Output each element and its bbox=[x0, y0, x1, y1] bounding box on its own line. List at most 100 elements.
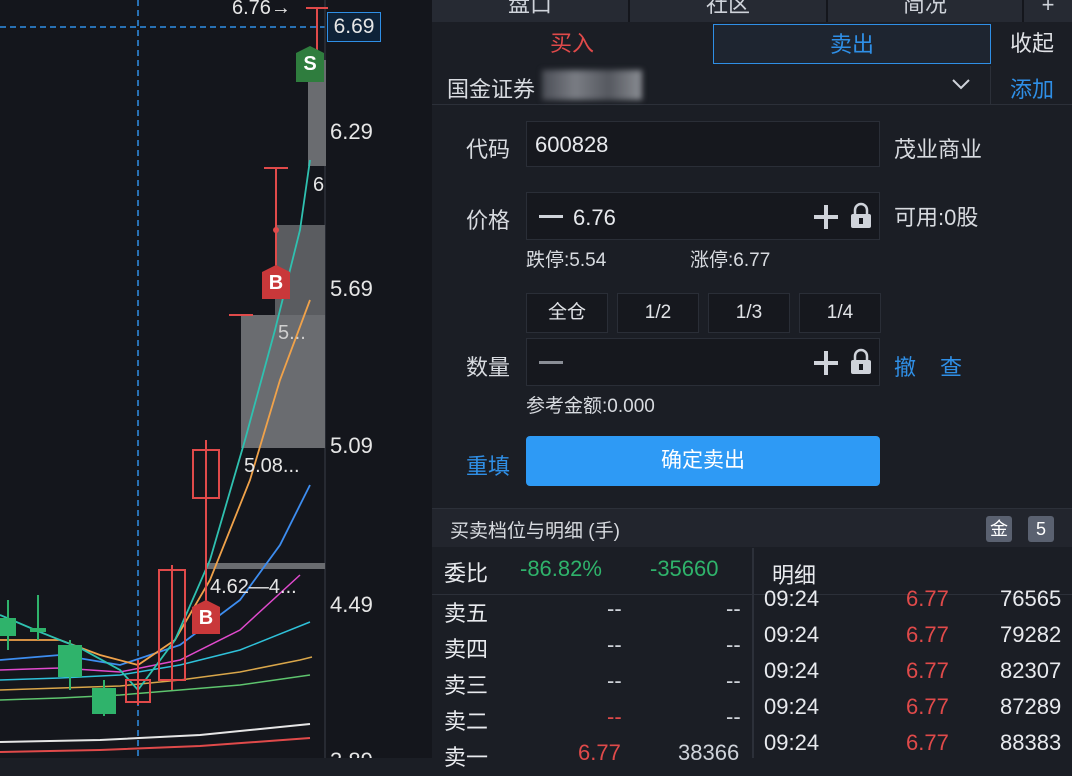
ask-name: 卖一 bbox=[444, 745, 489, 770]
detail-volume: 87289 bbox=[1000, 694, 1062, 719]
ma-line-orange-low bbox=[0, 656, 313, 691]
ma-line-white bbox=[0, 723, 311, 743]
detail-volume: 88383 bbox=[1000, 730, 1062, 755]
orderbook-header: 买卖档位与明细 (手) bbox=[432, 508, 1072, 547]
ask-volume: -- bbox=[726, 668, 741, 693]
lock-icon[interactable] bbox=[849, 348, 873, 376]
limit-up: 涨停:6.77 bbox=[690, 250, 771, 271]
kline-svg bbox=[0, 0, 328, 758]
ask-row[interactable]: 卖一 6.77 38366 bbox=[432, 740, 752, 776]
gold-badge[interactable]: 金 bbox=[986, 516, 1012, 542]
qty-input[interactable] bbox=[526, 338, 880, 386]
available-shares: 可用:0股 bbox=[894, 205, 979, 230]
detail-time: 09:24 bbox=[764, 586, 820, 611]
detail-volume: 76565 bbox=[1000, 586, 1062, 611]
account-selector[interactable]: 国金证券 添加 bbox=[432, 66, 1072, 105]
qty-quarter-button[interactable]: 1/4 bbox=[799, 293, 881, 333]
candle bbox=[58, 645, 82, 677]
lock-icon[interactable] bbox=[849, 202, 873, 230]
chevron-down-icon[interactable] bbox=[950, 76, 972, 92]
candle bbox=[0, 618, 16, 636]
arrow-price-label: 6.76→ bbox=[232, 0, 291, 19]
detail-row: 09:24 6.77 79282 bbox=[754, 622, 1072, 658]
trade-tabs: 买入 卖出 收起 bbox=[432, 24, 1072, 66]
ratio-row: 委比 -86.82% -35660 bbox=[432, 556, 752, 592]
detail-row: 09:24 6.77 87289 bbox=[754, 694, 1072, 730]
ask-row[interactable]: 卖三 -- -- bbox=[432, 668, 752, 704]
tab-sell[interactable]: 卖出 bbox=[713, 24, 991, 64]
cut-label: 6 bbox=[313, 174, 325, 196]
collapse-button[interactable]: 收起 bbox=[992, 24, 1072, 64]
qty-third-button[interactable]: 1/3 bbox=[708, 293, 790, 333]
detail-price: 6.77 bbox=[906, 694, 949, 719]
ask-name: 卖五 bbox=[444, 601, 489, 626]
add-tab-icon[interactable]: + bbox=[1024, 0, 1072, 22]
reset-button[interactable]: 重填 bbox=[466, 449, 510, 481]
price-label: 价格 bbox=[466, 208, 511, 233]
ask-row[interactable]: 卖五 -- -- bbox=[432, 596, 752, 632]
price-axis-label: 5.69 bbox=[330, 276, 373, 301]
qty-all-button[interactable]: 全仓 bbox=[526, 293, 608, 333]
buy-marker-label: B bbox=[198, 607, 214, 629]
orderbook-title: 买卖档位与明细 (手) bbox=[450, 521, 620, 542]
annotation-box-label: 4.62—4... bbox=[210, 576, 297, 598]
qty-half-button[interactable]: 1/2 bbox=[617, 293, 699, 333]
price-value: 6.76 bbox=[573, 205, 616, 230]
tab-community[interactable]: 社区 bbox=[630, 0, 828, 22]
candle bbox=[92, 688, 116, 714]
ratio-pct: -86.82% bbox=[520, 556, 602, 581]
masked-account bbox=[542, 70, 642, 100]
top-tab-bar: 盘口 社区 简况 + bbox=[432, 0, 1072, 22]
level-badge[interactable]: 5 bbox=[1028, 516, 1054, 542]
add-account-button[interactable]: 添加 bbox=[1010, 72, 1054, 104]
detail-volume: 79282 bbox=[1000, 622, 1062, 647]
trade-details: 明细 09:24 6.77 76565 09:24 6.77 79282 09:… bbox=[754, 548, 1072, 758]
ask-price: 6.77 bbox=[578, 740, 621, 765]
sell-marker-label: S bbox=[303, 53, 317, 75]
ask-row[interactable]: 卖四 -- -- bbox=[432, 632, 752, 668]
trade-panel: 盘口 社区 简况 + 买入 卖出 收起 国金证券 添加 代码 600828 茂业… bbox=[432, 0, 1072, 770]
minus-icon[interactable] bbox=[539, 215, 563, 218]
divider bbox=[432, 594, 752, 595]
detail-time: 09:24 bbox=[764, 694, 820, 719]
broker-name: 国金证券 bbox=[447, 77, 536, 102]
detail-row: 09:24 6.77 82307 bbox=[754, 658, 1072, 694]
code-label: 代码 bbox=[466, 137, 511, 162]
detail-price: 6.77 bbox=[906, 658, 949, 683]
ask-volume: -- bbox=[726, 704, 741, 729]
ask-name: 卖二 bbox=[444, 709, 489, 734]
tab-pankou[interactable]: 盘口 bbox=[432, 0, 630, 22]
tab-buy[interactable]: 买入 bbox=[434, 24, 710, 64]
kline-chart[interactable]: S B B 6.76→ 6.69 6.29 6 5.69 5.09 4.49 3… bbox=[0, 0, 432, 758]
ask-volume: 38366 bbox=[678, 740, 740, 765]
ma-line-blue bbox=[0, 484, 311, 666]
price-axis-label: 4.49 bbox=[330, 592, 373, 617]
ask-volume: -- bbox=[726, 632, 741, 657]
buy-marker-label: B bbox=[268, 272, 284, 294]
detail-time: 09:24 bbox=[764, 658, 820, 683]
minus-icon[interactable] bbox=[539, 361, 563, 364]
ask-price: -- bbox=[607, 632, 622, 657]
price-input[interactable]: 6.76 bbox=[526, 192, 880, 240]
code-input[interactable]: 600828 bbox=[526, 121, 880, 167]
confirm-sell-button[interactable]: 确定卖出 bbox=[526, 436, 880, 486]
price-axis-label: 5.09 bbox=[330, 433, 373, 458]
code-value: 600828 bbox=[535, 132, 609, 157]
cancel-order-button[interactable]: 撤 bbox=[894, 350, 916, 382]
ask-name: 卖三 bbox=[444, 673, 489, 698]
orderbook: 委比 -86.82% -35660 卖五 -- -- 卖四 -- -- 卖三 -… bbox=[432, 548, 752, 770]
annotation-box-label: 5... bbox=[278, 322, 306, 344]
stock-name: 茂业商业 bbox=[894, 137, 983, 162]
qty-label: 数量 bbox=[466, 355, 511, 380]
tab-overview[interactable]: 简况 bbox=[828, 0, 1024, 22]
current-price-tag: 6.69 bbox=[327, 12, 381, 42]
plus-icon[interactable] bbox=[813, 204, 839, 230]
price-axis-label: 3.89 bbox=[330, 748, 373, 758]
plus-icon[interactable] bbox=[813, 350, 839, 376]
ask-price: -- bbox=[607, 668, 622, 693]
ask-price: -- bbox=[607, 596, 622, 621]
price-axis-label: 6.29 bbox=[330, 119, 373, 144]
query-button[interactable]: 查 bbox=[940, 350, 962, 382]
ma-line-cyan bbox=[0, 621, 311, 681]
ask-row[interactable]: 卖二 -- -- bbox=[432, 704, 752, 740]
